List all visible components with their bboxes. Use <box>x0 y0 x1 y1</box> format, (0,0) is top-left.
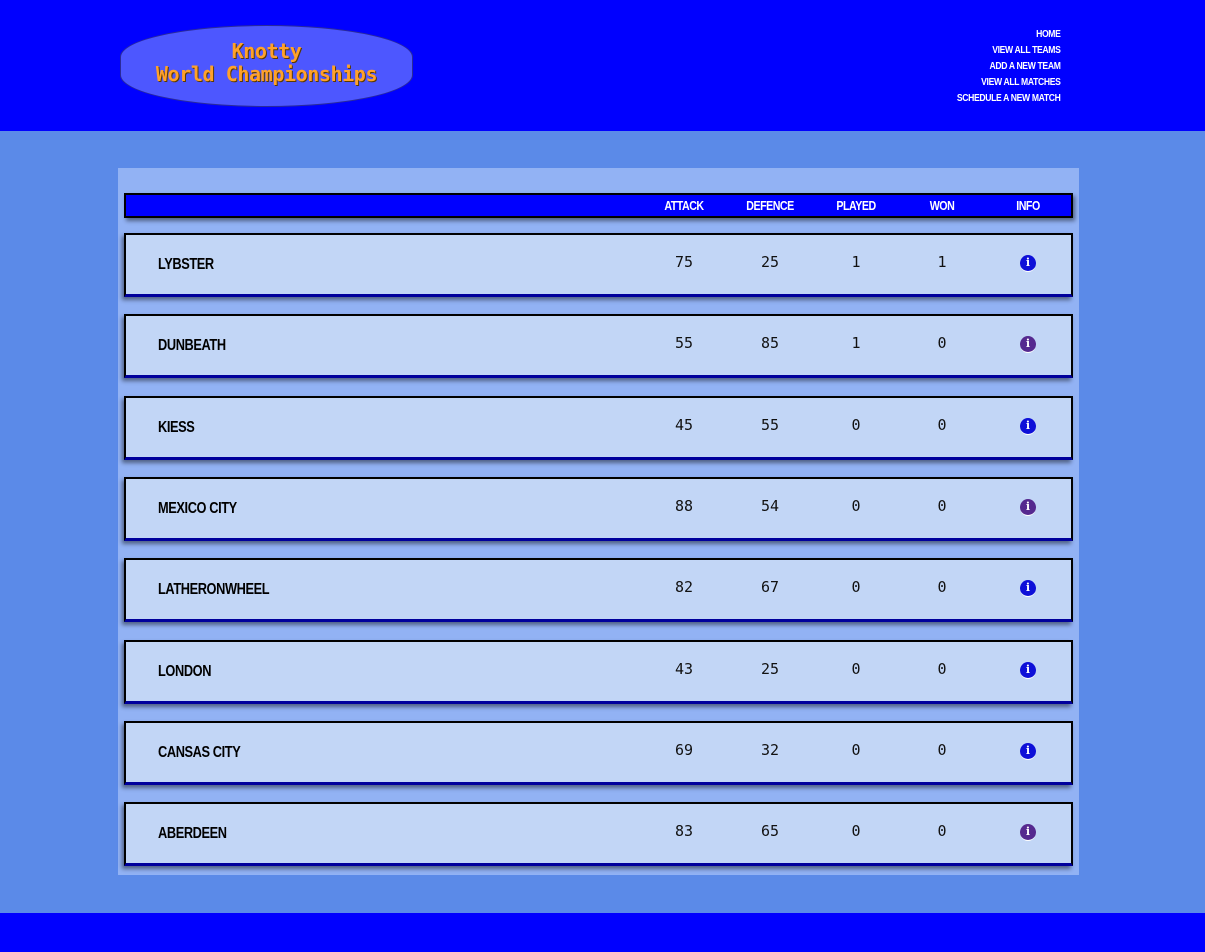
team-name: LYBSTER <box>158 256 214 273</box>
team-defence-value: 55 <box>760 416 780 434</box>
team-attack-value: 83 <box>674 822 694 840</box>
team-won-value: 0 <box>937 416 947 434</box>
team-name: DUNBEATH <box>158 337 226 354</box>
team-attack-value: 43 <box>674 660 694 678</box>
team-attack-value: 55 <box>674 334 694 352</box>
header-played: PLAYED <box>836 198 876 213</box>
team-played-value: 0 <box>851 660 861 678</box>
header-info: INFO <box>1016 198 1040 213</box>
table-row: LONDON 43 25 0 0 i <box>124 640 1073 704</box>
team-attack-value: 82 <box>674 578 694 596</box>
team-won-value: 0 <box>937 334 947 352</box>
table-row: LATHERONWHEEL 82 67 0 0 i <box>124 558 1073 622</box>
info-icon[interactable]: i <box>1020 662 1036 679</box>
team-won-value: 0 <box>937 578 947 596</box>
header-attack: ATTACK <box>664 198 704 213</box>
table-row: LYBSTER 75 25 1 1 i <box>124 233 1073 297</box>
team-won-value: 0 <box>937 497 947 515</box>
team-defence-value: 85 <box>760 334 780 352</box>
site-logo[interactable]: Knotty World Championships <box>120 25 413 107</box>
table-row: CANSAS CITY 69 32 0 0 i <box>124 721 1073 785</box>
nav-add-new-team-link[interactable]: ADD A NEW TEAM <box>957 59 1061 75</box>
header-defence: DEFENCE <box>746 198 794 213</box>
nav-schedule-match-link[interactable]: SCHEDULE A NEW MATCH <box>957 91 1061 107</box>
team-defence-value: 25 <box>760 660 780 678</box>
team-name: ABERDEEN <box>158 825 227 842</box>
team-defence-value: 25 <box>760 253 780 271</box>
team-won-value: 1 <box>937 253 947 271</box>
team-won-value: 0 <box>937 660 947 678</box>
table-row: MEXICO CITY 88 54 0 0 i <box>124 477 1073 541</box>
nav-home-link[interactable]: HOME <box>957 27 1062 43</box>
team-played-value: 0 <box>851 741 861 759</box>
team-attack-value: 75 <box>674 253 694 271</box>
nav-view-all-teams-link[interactable]: VIEW ALL TEAMS <box>957 43 1062 59</box>
team-played-value: 0 <box>851 497 861 515</box>
team-won-value: 0 <box>937 822 947 840</box>
team-defence-value: 54 <box>760 497 780 515</box>
team-played-value: 1 <box>851 334 861 352</box>
nav-view-all-matches-link[interactable]: VIEW ALL MATCHES <box>957 75 1062 91</box>
info-icon[interactable]: i <box>1020 336 1036 353</box>
info-icon[interactable]: i <box>1020 418 1036 435</box>
team-defence-value: 32 <box>760 741 780 759</box>
team-name: LONDON <box>158 663 212 680</box>
team-defence-value: 67 <box>760 578 780 596</box>
site-header: Knotty World Championships HOME VIEW ALL… <box>0 0 1205 131</box>
team-attack-value: 69 <box>674 741 694 759</box>
team-played-value: 0 <box>851 416 861 434</box>
info-icon[interactable]: i <box>1020 580 1036 597</box>
team-attack-value: 45 <box>674 416 694 434</box>
logo-line-1: Knotty <box>231 39 302 63</box>
team-won-value: 0 <box>937 741 947 759</box>
team-defence-value: 65 <box>760 822 780 840</box>
team-name: MEXICO CITY <box>158 500 237 517</box>
info-icon[interactable]: i <box>1020 743 1036 760</box>
header-won: WON <box>929 198 955 213</box>
logo-line-2: World Championships <box>155 62 378 86</box>
team-name: KIESS <box>158 419 195 436</box>
table-row: ABERDEEN 83 65 0 0 i <box>124 802 1073 866</box>
table-row: DUNBEATH 55 85 1 0 i <box>124 314 1073 378</box>
main-nav: HOME VIEW ALL TEAMS ADD A NEW TEAM VIEW … <box>940 27 1061 107</box>
team-played-value: 0 <box>851 822 861 840</box>
team-attack-value: 88 <box>674 497 694 515</box>
table-row: KIESS 45 55 0 0 i <box>124 396 1073 460</box>
info-icon[interactable]: i <box>1020 499 1036 516</box>
team-name: CANSAS CITY <box>158 744 241 761</box>
team-name: LATHERONWHEEL <box>158 581 270 598</box>
team-played-value: 1 <box>851 253 861 271</box>
site-footer <box>0 913 1205 952</box>
team-played-value: 0 <box>851 578 861 596</box>
info-icon[interactable]: i <box>1020 824 1036 841</box>
info-icon[interactable]: i <box>1020 255 1036 272</box>
teams-table-header: ATTACK DEFENCE PLAYED WON INFO <box>124 193 1073 218</box>
